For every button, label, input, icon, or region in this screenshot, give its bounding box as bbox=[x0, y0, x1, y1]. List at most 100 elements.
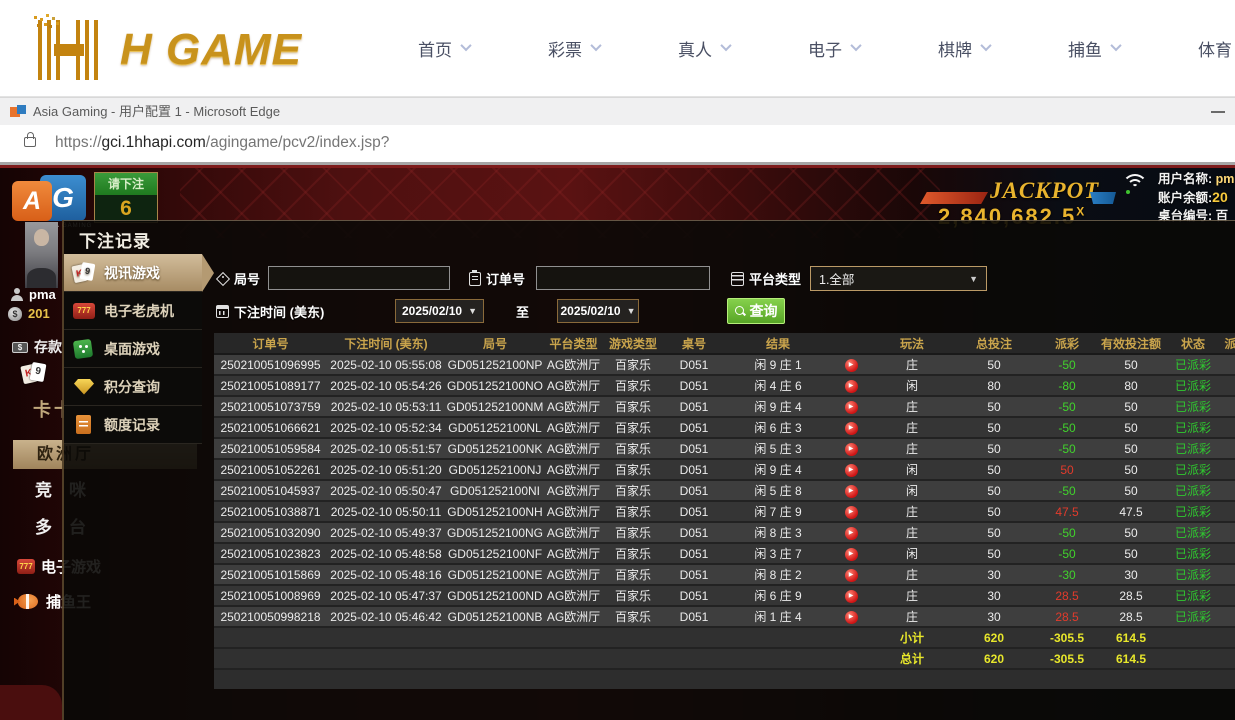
table-row: 250210051073759 2025-02-10 05:53:11 GD05… bbox=[214, 397, 1235, 418]
replay-button[interactable]: ▶ bbox=[845, 380, 858, 393]
cell-time: 2025-02-10 05:51:20 bbox=[327, 460, 445, 479]
cell-round: GD051252100NJ bbox=[445, 460, 545, 479]
clipboard-icon bbox=[469, 272, 481, 286]
nav-item[interactable]: 体育 bbox=[1198, 0, 1235, 97]
replay-button[interactable]: ▶ bbox=[845, 401, 858, 414]
order-number-input[interactable] bbox=[536, 266, 710, 290]
nav-item[interactable]: 电子 bbox=[808, 0, 938, 97]
cell-order: 250210050998218 bbox=[214, 607, 327, 626]
nav-item[interactable]: 真人 bbox=[678, 0, 808, 97]
cell-bet-on: 庄 bbox=[870, 439, 954, 458]
cell-platform: AG欧洲厅 bbox=[545, 607, 602, 626]
browser-urlbar[interactable]: https://gci.1hhapi.com/agingame/pcv2/ind… bbox=[0, 125, 1235, 162]
sidebar-item-icon bbox=[72, 375, 96, 399]
round-number-input[interactable] bbox=[268, 266, 450, 290]
bet-records-panel: 下注记录 视讯游戏 电子老虎机 桌面游戏 bbox=[62, 220, 1235, 720]
nav-item[interactable]: 捕鱼 bbox=[1068, 0, 1198, 97]
moneybag-icon: $ bbox=[8, 307, 22, 321]
cell-round: GD051252100NO bbox=[445, 376, 545, 395]
table-row: 250210051008969 2025-02-10 05:47:37 GD05… bbox=[214, 586, 1235, 607]
cell-result: 闲 9 庄 4 bbox=[724, 460, 832, 479]
minimize-button[interactable] bbox=[1211, 111, 1225, 113]
cell-status: 已派彩 bbox=[1162, 586, 1224, 605]
nav-item[interactable]: 首页 bbox=[418, 0, 548, 97]
cell-result: 闲 9 庄 4 bbox=[724, 397, 832, 416]
cell-status: 已派彩 bbox=[1162, 418, 1224, 437]
replay-button[interactable]: ▶ bbox=[845, 527, 858, 540]
chevron-down-icon bbox=[980, 39, 991, 50]
table-row: 250210051089177 2025-02-10 05:54:26 GD05… bbox=[214, 376, 1235, 397]
cell-result: 闲 4 庄 6 bbox=[724, 376, 832, 395]
cell-round: GD051252100NG bbox=[445, 523, 545, 542]
sidebar-item[interactable]: 视讯游戏 bbox=[64, 254, 202, 292]
bg-username: pma bbox=[10, 287, 56, 302]
site-logo[interactable]: H GAME bbox=[32, 18, 302, 82]
sidebar-item[interactable]: 额度记录 bbox=[64, 406, 202, 444]
url-host: gci.1hhapi.com bbox=[102, 134, 206, 151]
cell-total-bet: 50 bbox=[954, 355, 1034, 374]
replay-button[interactable]: ▶ bbox=[845, 611, 858, 624]
wifi-icon bbox=[1122, 174, 1150, 196]
nav-item[interactable]: 棋牌 bbox=[938, 0, 1068, 97]
platform-type-select[interactable]: 1.全部 ▼ bbox=[810, 266, 987, 291]
cell-table: D051 bbox=[664, 460, 724, 479]
cell-round: GD051252100NH bbox=[445, 502, 545, 521]
replay-button[interactable]: ▶ bbox=[845, 443, 858, 456]
replay-button[interactable]: ▶ bbox=[845, 590, 858, 603]
cell-game: 百家乐 bbox=[602, 376, 664, 395]
cell-replay: ▶ bbox=[832, 397, 870, 416]
table-row: 250210051066621 2025-02-10 05:52:34 GD05… bbox=[214, 418, 1235, 439]
server-icon bbox=[731, 272, 744, 286]
cell-total-bet: 50 bbox=[954, 523, 1034, 542]
cell-valid-bet: 50 bbox=[1100, 418, 1162, 437]
dropdown-caret-icon: ▼ bbox=[468, 306, 477, 316]
table-row: 250210051096995 2025-02-10 05:55:08 GD05… bbox=[214, 355, 1235, 376]
replay-button[interactable]: ▶ bbox=[845, 485, 858, 498]
cell-table: D051 bbox=[664, 418, 724, 437]
replay-button[interactable]: ▶ bbox=[845, 422, 858, 435]
cell-valid-bet: 50 bbox=[1100, 460, 1162, 479]
date-to-picker[interactable]: 2025/02/10 ▼ bbox=[557, 299, 639, 323]
table-row: 250210051032090 2025-02-10 05:49:37 GD05… bbox=[214, 523, 1235, 544]
sidebar-item[interactable]: 电子老虎机 bbox=[64, 292, 202, 330]
replay-button[interactable]: ▶ bbox=[845, 506, 858, 519]
site-favicon-icon bbox=[10, 104, 26, 120]
replay-button[interactable]: ▶ bbox=[845, 569, 858, 582]
date-from-picker[interactable]: 2025/02/10 ▼ bbox=[395, 299, 484, 323]
cell-time: 2025-02-10 05:47:37 bbox=[327, 586, 445, 605]
cell-bet-on: 庄 bbox=[870, 418, 954, 437]
cell-order: 250210051096995 bbox=[214, 355, 327, 374]
cell-payout: -50 bbox=[1034, 544, 1100, 563]
cell-game: 百家乐 bbox=[602, 586, 664, 605]
cell-order: 250210051066621 bbox=[214, 418, 327, 437]
cell-result: 闲 5 庄 8 bbox=[724, 481, 832, 500]
subtotal-valid: 614.5 bbox=[1100, 628, 1162, 647]
sidebar-item-label: 积分查询 bbox=[104, 377, 160, 397]
cell-replay: ▶ bbox=[832, 607, 870, 626]
cell-status: 已派彩 bbox=[1162, 376, 1224, 395]
table-footer-strip bbox=[214, 670, 1235, 689]
cell-bet-on: 闲 bbox=[870, 481, 954, 500]
cell-total-bet: 50 bbox=[954, 481, 1034, 500]
replay-button[interactable]: ▶ bbox=[845, 548, 858, 561]
bg-footer-shape bbox=[0, 685, 62, 720]
col-replay bbox=[832, 333, 870, 353]
sidebar-item[interactable]: 积分查询 bbox=[64, 368, 202, 406]
cell-order: 250210051015869 bbox=[214, 565, 327, 584]
search-button[interactable]: 查询 bbox=[727, 298, 785, 324]
col-time: 下注时间 (美东) bbox=[327, 333, 445, 353]
sidebar-item-icon bbox=[72, 337, 96, 361]
sidebar-item[interactable]: 桌面游戏 bbox=[64, 330, 202, 368]
nav-item[interactable]: 彩票 bbox=[548, 0, 678, 97]
user-icon bbox=[10, 288, 23, 301]
url-text[interactable]: https://gci.1hhapi.com/agingame/pcv2/ind… bbox=[55, 125, 389, 161]
cell-order: 250210051089177 bbox=[214, 376, 327, 395]
cell-result: 闲 6 庄 9 bbox=[724, 586, 832, 605]
cell-table: D051 bbox=[664, 502, 724, 521]
game-page: G A ASIA GAMING 请下注 6 JACKPOT 2,840,682.… bbox=[0, 165, 1235, 720]
replay-button[interactable]: ▶ bbox=[845, 464, 858, 477]
cell-table: D051 bbox=[664, 565, 724, 584]
cell-total-bet: 50 bbox=[954, 439, 1034, 458]
replay-button[interactable]: ▶ bbox=[845, 359, 858, 372]
cell-valid-bet: 28.5 bbox=[1100, 607, 1162, 626]
